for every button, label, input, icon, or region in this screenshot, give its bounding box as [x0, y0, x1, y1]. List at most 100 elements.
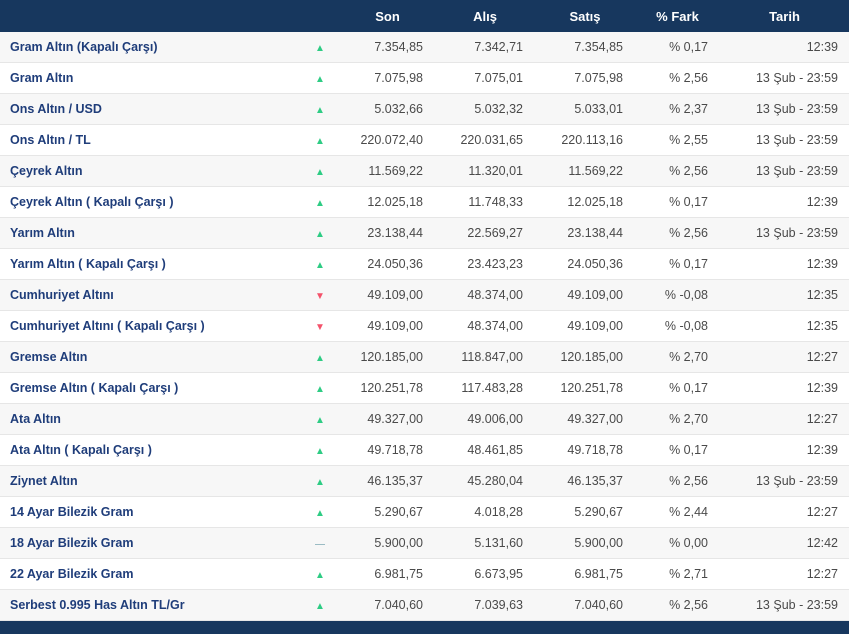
- instrument-name-link[interactable]: Cumhuriyet Altını: [0, 279, 300, 311]
- percent-change: % 2,56: [635, 589, 720, 621]
- buy-price: 7.342,71: [435, 32, 535, 63]
- header-tarih: Tarih: [720, 0, 849, 32]
- direction-cell: ▲: [300, 558, 340, 590]
- buy-price: 49.006,00: [435, 403, 535, 435]
- up-arrow-icon: ▲: [315, 74, 325, 85]
- update-time: 13 Şub - 23:59: [720, 217, 849, 249]
- sell-price: 5.033,01: [535, 93, 635, 125]
- buy-price: 45.280,04: [435, 465, 535, 497]
- update-time: 13 Şub - 23:59: [720, 124, 849, 156]
- up-arrow-icon: ▲: [315, 477, 325, 488]
- instrument-name-link[interactable]: Cumhuriyet Altını ( Kapalı Çarşı ): [0, 310, 300, 342]
- up-arrow-icon: ▲: [315, 198, 325, 209]
- instrument-name-link[interactable]: Ata Altın ( Kapalı Çarşı ): [0, 434, 300, 466]
- up-arrow-icon: ▲: [315, 260, 325, 271]
- update-time: 13 Şub - 23:59: [720, 93, 849, 125]
- update-time: 12:35: [720, 310, 849, 342]
- percent-change: % 0,17: [635, 32, 720, 63]
- header-satis: Satış: [535, 0, 635, 32]
- buy-price: 118.847,00: [435, 341, 535, 373]
- percent-change: % 0,17: [635, 434, 720, 466]
- buy-price: 7.075,01: [435, 62, 535, 94]
- table-row: Gram Altın (Kapalı Çarşı) ▲ 7.354,85 7.3…: [0, 32, 849, 63]
- instrument-name-link[interactable]: Gremse Altın: [0, 341, 300, 373]
- last-price: 6.981,75: [340, 558, 435, 590]
- flat-dash-icon: —: [315, 539, 325, 550]
- instrument-name-link[interactable]: Serbest 0.995 Has Altın TL/Gr: [0, 589, 300, 621]
- last-price: 11.569,22: [340, 155, 435, 187]
- header-alis: Alış: [435, 0, 535, 32]
- instrument-name-link[interactable]: Çeyrek Altın ( Kapalı Çarşı ): [0, 186, 300, 218]
- up-arrow-icon: ▲: [315, 508, 325, 519]
- buy-price: 4.018,28: [435, 496, 535, 528]
- table-row: Ons Altın / USD ▲ 5.032,66 5.032,32 5.03…: [0, 93, 849, 125]
- direction-cell: ▲: [300, 434, 340, 466]
- sell-price: 46.135,37: [535, 465, 635, 497]
- up-arrow-icon: ▲: [315, 43, 325, 54]
- update-time: 12:27: [720, 558, 849, 590]
- percent-change: % 2,56: [635, 62, 720, 94]
- sell-price: 49.718,78: [535, 434, 635, 466]
- direction-cell: ▲: [300, 341, 340, 373]
- last-price: 7.040,60: [340, 589, 435, 621]
- last-price: 7.075,98: [340, 62, 435, 94]
- buy-price: 5.032,32: [435, 93, 535, 125]
- direction-cell: —: [300, 527, 340, 559]
- instrument-name-link[interactable]: 14 Ayar Bilezik Gram: [0, 496, 300, 528]
- update-time: 12:27: [720, 496, 849, 528]
- table-row: Yarım Altın ▲ 23.138,44 22.569,27 23.138…: [0, 217, 849, 249]
- percent-change: % 2,55: [635, 124, 720, 156]
- header-instrument-col: [0, 0, 300, 32]
- update-time: 12:42: [720, 527, 849, 559]
- instrument-name-link[interactable]: Gremse Altın ( Kapalı Çarşı ): [0, 372, 300, 404]
- update-time: 13 Şub - 23:59: [720, 589, 849, 621]
- percent-change: % 0,17: [635, 248, 720, 280]
- instrument-name-link[interactable]: 22 Ayar Bilezik Gram: [0, 558, 300, 590]
- instrument-name-link[interactable]: Yarım Altın: [0, 217, 300, 249]
- instrument-name-link[interactable]: Yarım Altın ( Kapalı Çarşı ): [0, 248, 300, 280]
- last-price: 120.251,78: [340, 372, 435, 404]
- sell-price: 23.138,44: [535, 217, 635, 249]
- table-row: Cumhuriyet Altını ( Kapalı Çarşı ) ▼ 49.…: [0, 310, 849, 342]
- up-arrow-icon: ▲: [315, 105, 325, 116]
- buy-price: 117.483,28: [435, 372, 535, 404]
- up-arrow-icon: ▲: [315, 570, 325, 581]
- last-price: 23.138,44: [340, 217, 435, 249]
- buy-price: 5.131,60: [435, 527, 535, 559]
- direction-cell: ▲: [300, 186, 340, 218]
- instrument-name-link[interactable]: Ata Altın: [0, 403, 300, 435]
- instrument-name-link[interactable]: Gram Altın (Kapalı Çarşı): [0, 32, 300, 63]
- direction-cell: ▼: [300, 310, 340, 342]
- table-row: Ziynet Altın ▲ 46.135,37 45.280,04 46.13…: [0, 465, 849, 497]
- update-time: 12:35: [720, 279, 849, 311]
- instrument-name-link[interactable]: Çeyrek Altın: [0, 155, 300, 187]
- buy-price: 6.673,95: [435, 558, 535, 590]
- instrument-name-link[interactable]: Ons Altın / TL: [0, 124, 300, 156]
- update-time: 12:39: [720, 32, 849, 63]
- sell-price: 24.050,36: [535, 248, 635, 280]
- buy-price: 220.031,65: [435, 124, 535, 156]
- table-row: Ata Altın ▲ 49.327,00 49.006,00 49.327,0…: [0, 403, 849, 435]
- direction-cell: ▲: [300, 217, 340, 249]
- buy-price: 7.039,63: [435, 589, 535, 621]
- table-row: Ata Altın ( Kapalı Çarşı ) ▲ 49.718,78 4…: [0, 434, 849, 466]
- instrument-name-link[interactable]: Gram Altın: [0, 62, 300, 94]
- instrument-name-link[interactable]: Ziynet Altın: [0, 465, 300, 497]
- update-time: 12:39: [720, 434, 849, 466]
- sell-price: 220.113,16: [535, 124, 635, 156]
- direction-cell: ▲: [300, 403, 340, 435]
- direction-cell: ▲: [300, 124, 340, 156]
- instrument-name-link[interactable]: Ons Altın / USD: [0, 93, 300, 125]
- percent-change: % -0,08: [635, 310, 720, 342]
- instrument-name-link[interactable]: 18 Ayar Bilezik Gram: [0, 527, 300, 559]
- percent-change: % 2,56: [635, 217, 720, 249]
- update-time: 12:39: [720, 372, 849, 404]
- last-price: 7.354,85: [340, 32, 435, 63]
- direction-cell: ▲: [300, 465, 340, 497]
- up-arrow-icon: ▲: [315, 415, 325, 426]
- direction-cell: ▼: [300, 279, 340, 311]
- last-price: 49.109,00: [340, 310, 435, 342]
- update-time: 12:39: [720, 186, 849, 218]
- buy-price: 48.374,00: [435, 310, 535, 342]
- up-arrow-icon: ▲: [315, 136, 325, 147]
